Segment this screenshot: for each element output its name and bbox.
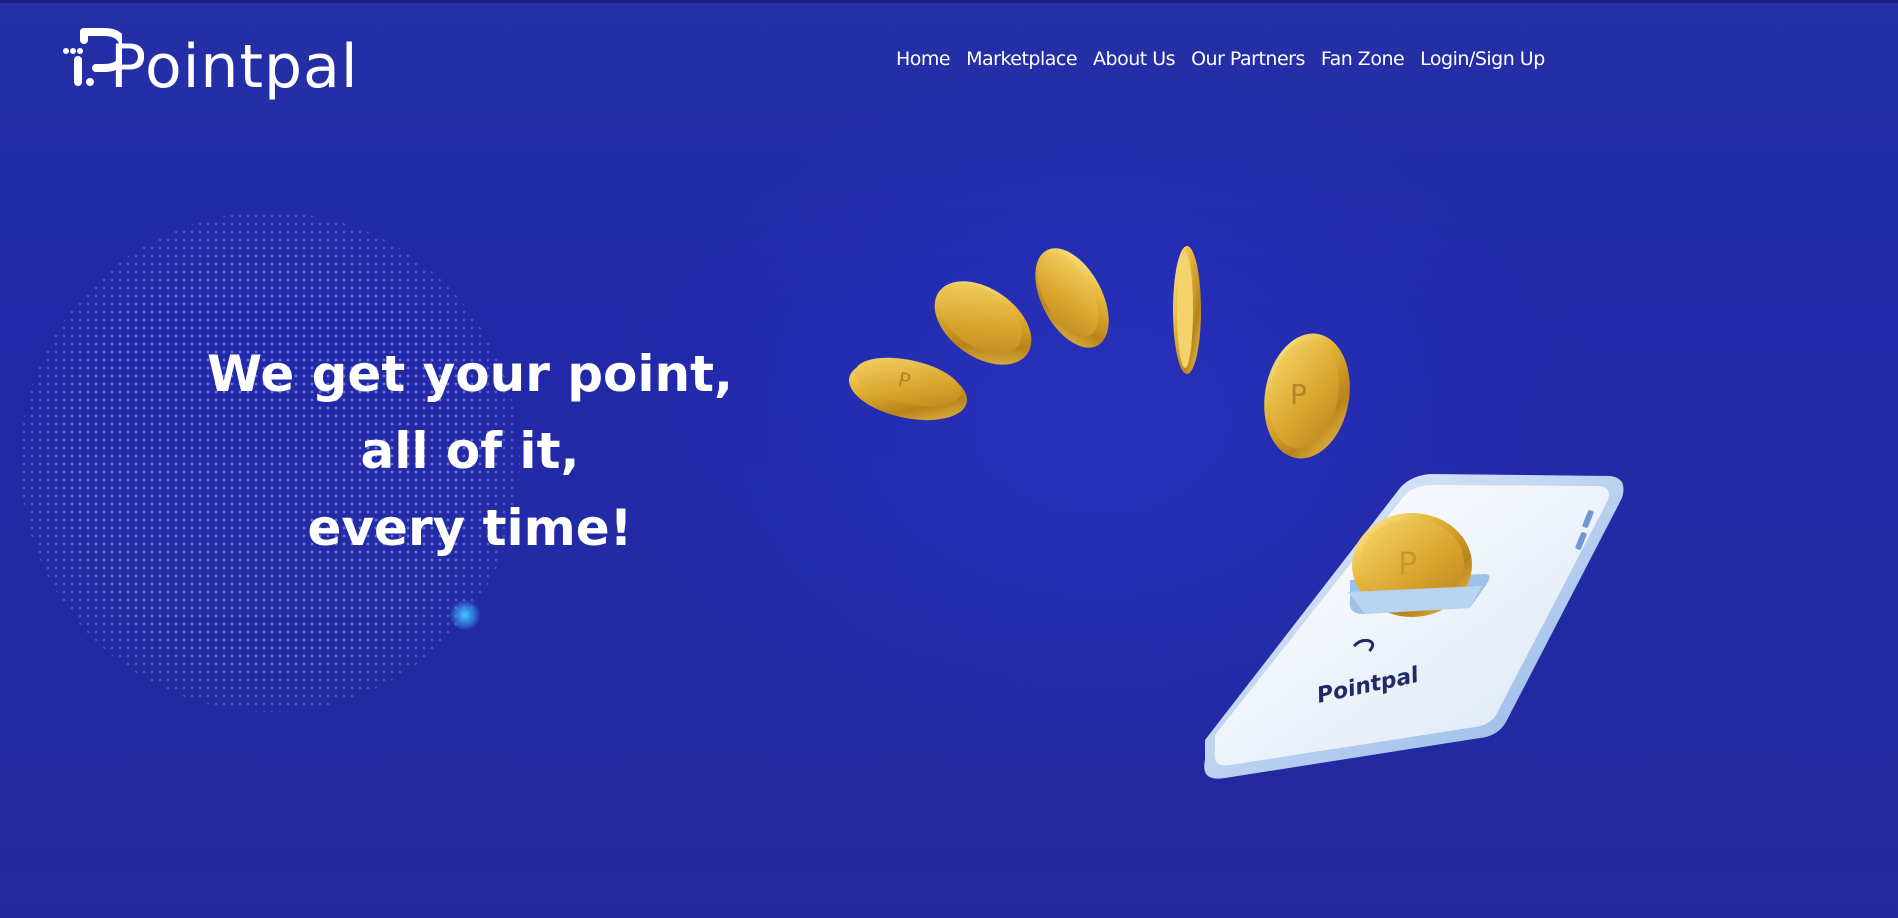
headline-line-2: all of it,	[360, 422, 580, 480]
nav-login-signup[interactable]: Login/Sign Up	[1420, 48, 1545, 70]
top-border	[0, 0, 1898, 3]
nav-fan-zone[interactable]: Fan Zone	[1321, 48, 1405, 70]
brand-logo[interactable]: Pointpal	[62, 26, 362, 106]
gold-coin-icon	[934, 281, 1032, 365]
headline-line-3: every time!	[307, 499, 633, 557]
glow-dot-decoration	[450, 600, 480, 630]
brand-name: Pointpal	[110, 32, 359, 102]
gold-coin-icon: P	[1264, 333, 1350, 459]
headline-line-1: We get your point,	[206, 345, 734, 403]
svg-text:P: P	[1398, 545, 1417, 583]
main-nav: Home Marketplace About Us Our Partners F…	[896, 48, 1545, 70]
nav-about-us[interactable]: About Us	[1093, 48, 1176, 70]
svg-text:P: P	[1290, 378, 1307, 411]
gold-coin-icon	[1035, 248, 1109, 348]
gold-coin-icon	[1173, 246, 1201, 374]
hero-headline: We get your point, all of it, every time…	[170, 336, 770, 567]
nav-our-partners[interactable]: Our Partners	[1191, 48, 1305, 70]
phone-icon: P Pointpal	[1204, 474, 1624, 779]
coins-phone-illustration: P P P Pointpal	[849, 246, 1624, 779]
gold-coin-icon: P	[849, 357, 967, 421]
nav-home[interactable]: Home	[896, 48, 951, 70]
landing-page: Pointpal Home Marketplace About Us Our P…	[0, 0, 1898, 918]
nav-marketplace[interactable]: Marketplace	[966, 48, 1077, 70]
